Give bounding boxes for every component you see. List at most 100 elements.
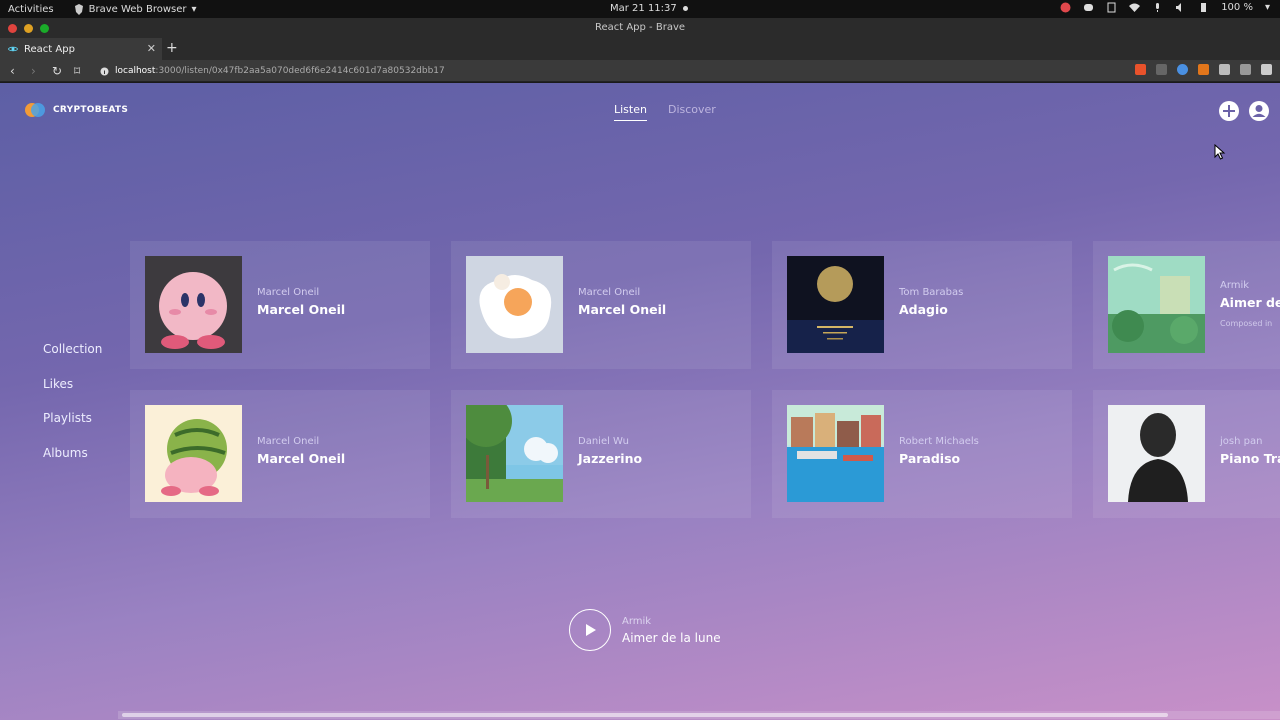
- track-title: Paradiso: [899, 451, 961, 466]
- reload-icon[interactable]: ↻: [52, 64, 62, 78]
- minimize-window-button[interactable]: [24, 24, 33, 33]
- track-card[interactable]: Robert Michaels Paradiso: [772, 390, 1072, 518]
- volume-icon: [1176, 3, 1182, 12]
- microphone-icon: [1156, 3, 1160, 12]
- brave-tray-icon: [1060, 2, 1071, 13]
- maximize-window-button[interactable]: [40, 24, 49, 33]
- toolbar: ‹ › ↻ ⌑ localhost:3000/listen/0x47fb2aa5…: [0, 60, 1280, 82]
- app-menu[interactable]: Brave Web Browser ▾: [74, 3, 197, 15]
- back-icon[interactable]: ‹: [10, 64, 15, 78]
- url-host: localhost: [115, 66, 156, 76]
- bust-statue-art: [1108, 405, 1205, 502]
- brand-name: CRYPTOBEATS: [53, 105, 129, 115]
- close-window-button[interactable]: [8, 24, 17, 33]
- close-tab-icon[interactable]: ✕: [147, 42, 156, 55]
- window-title: React App - Brave: [594, 22, 686, 33]
- notification-dot-icon: [682, 6, 688, 11]
- metamask-icon[interactable]: [1198, 64, 1209, 75]
- system-tray[interactable]: 100 % ▾: [1060, 2, 1270, 13]
- extension-icon[interactable]: [1156, 64, 1167, 75]
- track-artist: Marcel Oneil: [257, 287, 320, 298]
- sidebar-item-playlists[interactable]: Playlists: [43, 411, 102, 446]
- track-card[interactable]: Marcel Oneil Marcel Oneil: [130, 241, 430, 369]
- clipboard-icon: [1107, 2, 1116, 13]
- clock-text: Mar 21 11:37: [610, 3, 677, 14]
- os-top-bar: Activities Brave Web Browser ▾ Mar 21 11…: [0, 0, 1280, 18]
- bookmark-icon[interactable]: ⌑: [74, 64, 80, 78]
- new-tab-button[interactable]: +: [166, 40, 178, 56]
- track-card[interactable]: Marcel Oneil Marcel Oneil: [130, 390, 430, 518]
- forward-icon[interactable]: ›: [31, 64, 36, 78]
- brave-shields-icon[interactable]: [1135, 64, 1146, 75]
- pink-character-art: [145, 256, 242, 353]
- tab-title: React App: [24, 43, 75, 55]
- harbor-town-art: [787, 405, 884, 502]
- now-playing-title: Aimer de la lune: [622, 630, 721, 645]
- user-account-icon[interactable]: [1248, 100, 1270, 122]
- window-titlebar: React App - Brave: [0, 18, 1280, 38]
- clock[interactable]: Mar 21 11:37: [610, 3, 688, 14]
- track-card[interactable]: Daniel Wu Jazzerino: [451, 390, 751, 518]
- track-artist: Daniel Wu: [578, 436, 629, 447]
- forest-landscape-art: [466, 405, 563, 502]
- track-artist: Marcel Oneil: [257, 436, 320, 447]
- track-title: Marcel Oneil: [257, 302, 346, 317]
- url-path: :3000/listen/0x47fb2aa5a070ded6f6e2414c6…: [155, 66, 445, 76]
- track-title: Adagio: [899, 302, 948, 317]
- menu-icon[interactable]: [1261, 64, 1272, 75]
- play-icon: [586, 624, 596, 636]
- extension-icon[interactable]: [1177, 64, 1188, 75]
- extensions: [1135, 64, 1272, 75]
- track-artist: Tom Barabas: [899, 287, 964, 298]
- activities-button[interactable]: Activities: [8, 4, 54, 15]
- logo-icon: [25, 103, 45, 117]
- track-artist: josh pan: [1220, 436, 1263, 447]
- playlist-icon[interactable]: [1240, 64, 1251, 75]
- fried-egg-art: [466, 256, 563, 353]
- scrollbar-thumb[interactable]: [122, 713, 1168, 717]
- track-subtitle: Composed in: [1220, 319, 1273, 328]
- battery-percent: 100 %: [1221, 2, 1253, 13]
- brave-lion-icon: [74, 3, 83, 15]
- green-garden-art: [1108, 256, 1205, 353]
- brand-logo[interactable]: CRYPTOBEATS: [25, 103, 128, 117]
- moon-over-sea-art: [787, 256, 884, 353]
- sidebar: Collection Likes Playlists Albums: [43, 342, 102, 481]
- track-artist: Robert Michaels: [899, 436, 979, 447]
- address-bar[interactable]: localhost:3000/listen/0x47fb2aa5a070ded6…: [100, 63, 1120, 79]
- play-button[interactable]: [569, 609, 611, 651]
- track-title: Marcel Oneil: [257, 451, 346, 466]
- horizontal-scrollbar[interactable]: [118, 711, 1280, 719]
- discord-icon: [1084, 4, 1094, 11]
- nav-discover[interactable]: Discover: [668, 103, 716, 121]
- wifi-icon: [1129, 3, 1141, 12]
- app-viewport: CRYPTOBEATS Listen Discover Collection L…: [0, 83, 1280, 720]
- track-title: Piano Tra: [1220, 451, 1280, 466]
- track-card[interactable]: Marcel Oneil Marcel Oneil: [451, 241, 751, 369]
- react-favicon-icon: [8, 46, 18, 52]
- sidebar-item-albums[interactable]: Albums: [43, 446, 102, 481]
- track-title: Marcel Oneil: [578, 302, 667, 317]
- nav-listen[interactable]: Listen: [614, 103, 647, 121]
- battery-icon: [1201, 3, 1207, 12]
- chevron-down-icon: ▾: [1264, 2, 1270, 13]
- add-icon[interactable]: [1218, 100, 1240, 122]
- now-playing-artist: Armik: [622, 615, 652, 627]
- track-artist: Marcel Oneil: [578, 287, 641, 298]
- mouse-cursor-icon: [1214, 144, 1226, 160]
- track-card[interactable]: josh pan Piano Tra: [1093, 390, 1280, 518]
- sidebar-item-likes[interactable]: Likes: [43, 377, 102, 412]
- melon-character-art: [145, 405, 242, 502]
- track-card[interactable]: Armik Aimer de Composed in: [1093, 241, 1280, 369]
- chevron-down-icon: ▾: [191, 3, 197, 15]
- tab-react-app[interactable]: React App ✕: [0, 38, 162, 60]
- now-playing: Armik Aimer de la lune: [569, 609, 721, 651]
- puzzle-icon[interactable]: [1219, 64, 1230, 75]
- sidebar-item-collection[interactable]: Collection: [43, 342, 102, 377]
- track-artist: Armik: [1220, 280, 1250, 291]
- track-card[interactable]: Tom Barabas Adagio: [772, 241, 1072, 369]
- info-icon: [100, 67, 109, 75]
- tab-strip: React App ✕ +: [0, 38, 1280, 60]
- track-title: Aimer de: [1220, 295, 1280, 310]
- app-menu-label: Brave Web Browser: [88, 3, 187, 15]
